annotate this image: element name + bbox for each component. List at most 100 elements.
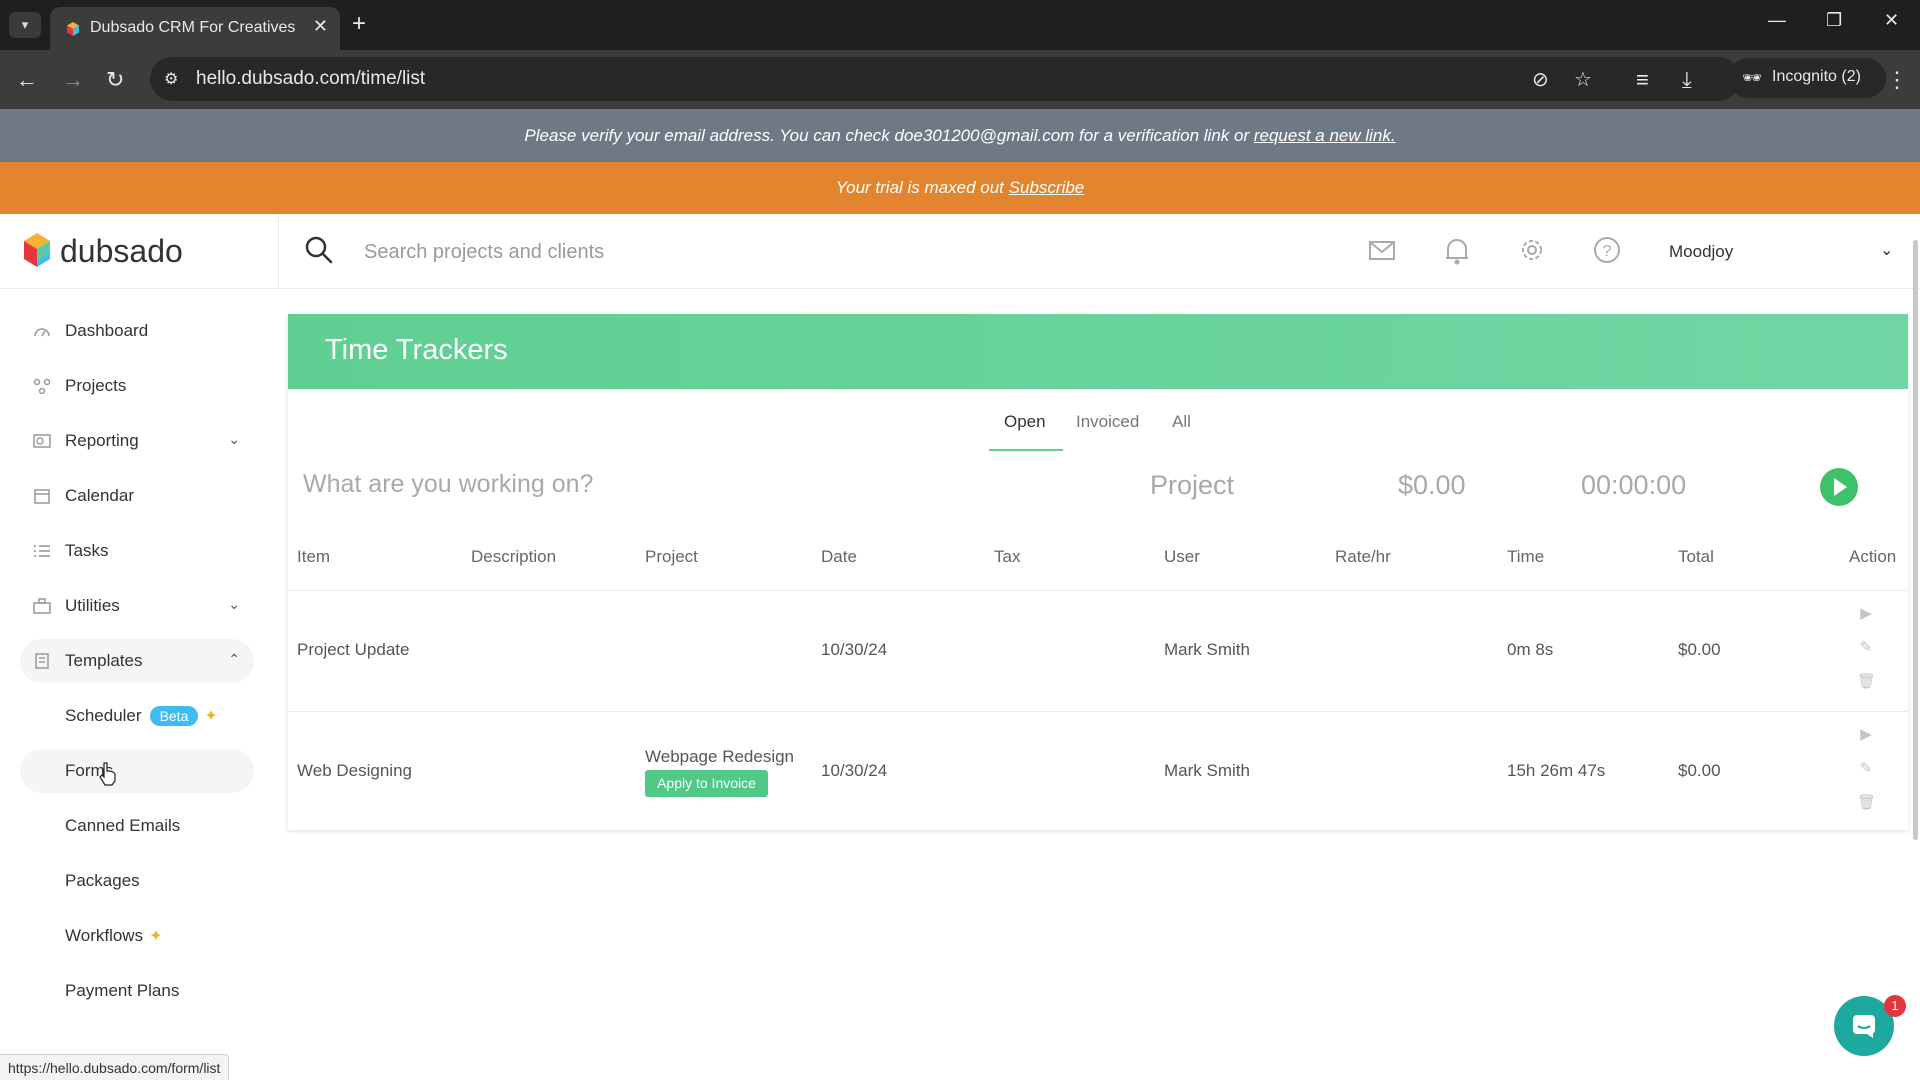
tracker-project-select[interactable]: Project	[1150, 470, 1234, 501]
row-edit-icon[interactable]: ✎	[1857, 759, 1875, 777]
hand-cursor-icon	[99, 762, 116, 786]
card-header: Time Trackers	[288, 314, 1908, 389]
chevron-up-icon: ⌃	[228, 651, 240, 667]
sparkle-icon: ✦	[149, 928, 163, 945]
tab-search-button[interactable]: ▾	[9, 12, 41, 38]
sidebar-item-reporting[interactable]: Reporting ⌄	[20, 419, 254, 463]
row-divider	[288, 711, 1908, 712]
page-title: Time Trackers	[325, 334, 508, 366]
column-header-time: Time	[1507, 547, 1545, 566]
column-header-rate: Rate/hr	[1335, 547, 1391, 566]
tab-invoiced[interactable]: Invoiced	[1076, 412, 1139, 432]
browser-tab[interactable]: Dubsado CRM For Creatives ✕	[50, 7, 340, 50]
site-info-icon[interactable]: ⚙	[164, 69, 178, 89]
browser-toolbar: ← → ↻ ⚙ hello.dubsado.com/time/list ⊘ ☆ …	[0, 50, 1920, 109]
column-header-tax: Tax	[994, 547, 1021, 566]
column-header-user: User	[1164, 547, 1200, 566]
apply-to-invoice-button[interactable]: Apply to Invoice	[645, 770, 768, 797]
row-play-icon[interactable]: ▶	[1857, 604, 1875, 622]
bell-icon[interactable]	[1443, 236, 1471, 266]
reload-icon[interactable]: ↻	[106, 67, 124, 93]
reporting-icon	[33, 434, 51, 448]
settings-gear-icon[interactable]	[1518, 236, 1546, 264]
sidebar-subitem-label: Canned Emails	[65, 816, 181, 835]
workflows-label: Workflows	[65, 926, 144, 945]
sidebar-subitem-label: Scheduler Beta ✦	[65, 706, 218, 726]
sidebar-item-label: Utilities	[65, 596, 120, 615]
request-link[interactable]: request a new link.	[1254, 126, 1396, 145]
sidebar-item-tasks[interactable]: Tasks	[20, 529, 254, 573]
row-delete-icon[interactable]: 🗑	[1857, 672, 1876, 690]
help-icon[interactable]: ?	[1593, 236, 1621, 264]
sidebar-item-label: Reporting	[65, 431, 139, 450]
incognito-indicator[interactable]: 🕶 Incognito (2)	[1728, 58, 1886, 98]
sidebar-subitem-packages[interactable]: Packages	[20, 859, 254, 903]
incognito-label: Incognito (2)	[1772, 68, 1861, 85]
eye-off-icon[interactable]: ⊘	[1532, 67, 1549, 92]
row-date: 10/30/24	[821, 640, 888, 659]
active-tab-underline	[989, 449, 1063, 451]
user-menu-chevron-icon[interactable]: ⌄	[1880, 240, 1893, 260]
browser-menu-icon[interactable]: ⋮	[1886, 67, 1908, 93]
sidebar-subitem-label: Workflows ✦	[65, 926, 163, 946]
verify-text: Please verify your email address. You ca…	[524, 126, 1250, 145]
sidebar-item-templates[interactable]: Templates ⌃	[20, 639, 254, 683]
row-time: 15h 26m 47s	[1507, 761, 1606, 780]
trial-banner: Your trial is maxed out Subscribe	[0, 162, 1920, 214]
chevron-down-icon: ⌄	[228, 596, 240, 612]
sidebar-item-calendar[interactable]: Calendar	[20, 474, 254, 518]
sidebar-subitem-scheduler[interactable]: Scheduler Beta ✦	[20, 694, 254, 738]
templates-icon	[35, 653, 49, 669]
sidebar-item-dashboard[interactable]: Dashboard	[20, 309, 254, 353]
back-icon[interactable]: ←	[16, 67, 38, 93]
dubsado-logo[interactable]: dubsado	[22, 227, 222, 277]
sidebar-item-utilities[interactable]: Utilities ⌄	[20, 584, 254, 628]
mail-icon[interactable]	[1368, 236, 1396, 264]
minimize-icon[interactable]: —	[1768, 10, 1786, 31]
logo-icon	[24, 233, 50, 267]
status-bar-url: https://hello.dubsado.com/form/list	[0, 1054, 230, 1080]
address-bar[interactable]: ⚙ hello.dubsado.com/time/list ⊘ ☆	[150, 57, 1740, 101]
subscribe-link[interactable]: Subscribe	[1009, 178, 1085, 197]
bookmark-star-icon[interactable]: ☆	[1574, 67, 1592, 92]
utilities-icon	[33, 598, 51, 614]
media-icon[interactable]: ≡	[1636, 67, 1649, 93]
tab-all[interactable]: All	[1172, 412, 1191, 432]
sidebar-item-label: Tasks	[65, 541, 109, 560]
tab-close-icon[interactable]: ✕	[313, 16, 328, 37]
row-item: Web Designing	[297, 761, 412, 780]
sidebar-subitem-payment-plans[interactable]: Payment Plans	[20, 969, 254, 1013]
row-delete-icon[interactable]: 🗑	[1857, 793, 1876, 811]
tracker-timer: 00:00:00	[1581, 470, 1687, 500]
tab-open[interactable]: Open	[1004, 412, 1046, 432]
sidebar-item-label: Calendar	[65, 486, 134, 505]
scheduler-label: Scheduler	[65, 706, 142, 725]
window-close-icon[interactable]: ✕	[1884, 10, 1899, 31]
sidebar-subitem-label: Payment Plans	[65, 981, 180, 1000]
row-edit-icon[interactable]: ✎	[1857, 638, 1875, 656]
header-divider	[278, 214, 279, 289]
search-icon[interactable]	[303, 234, 335, 266]
user-menu-name[interactable]: Moodjoy	[1669, 242, 1733, 262]
working-on-input[interactable]	[303, 464, 1103, 504]
sidebar-subitem-canned-emails[interactable]: Canned Emails	[20, 804, 254, 848]
row-play-icon[interactable]: ▶	[1857, 725, 1875, 743]
dashboard-icon	[34, 328, 50, 337]
column-header-item: Item	[297, 547, 331, 566]
calendar-icon	[34, 489, 50, 504]
sidebar-item-projects[interactable]: Projects	[20, 364, 254, 408]
new-tab-icon[interactable]: +	[352, 10, 366, 38]
search-input[interactable]	[364, 234, 1264, 270]
start-timer-play-icon[interactable]	[1820, 468, 1858, 506]
row-total: $0.00	[1678, 761, 1721, 780]
page-scrollbar[interactable]	[1913, 240, 1918, 840]
download-icon[interactable]: ⤓	[1682, 67, 1692, 93]
svg-text:?: ?	[1603, 243, 1612, 260]
row-user: Mark Smith	[1164, 640, 1250, 659]
sidebar-subitem-workflows[interactable]: Workflows ✦	[20, 914, 254, 958]
restore-icon[interactable]: ❐	[1826, 10, 1842, 31]
sidebar-subitem-forms[interactable]: Forms	[20, 749, 254, 793]
forward-icon[interactable]: →	[62, 67, 84, 93]
beta-badge: Beta	[149, 706, 199, 726]
row-total: $0.00	[1678, 640, 1721, 659]
